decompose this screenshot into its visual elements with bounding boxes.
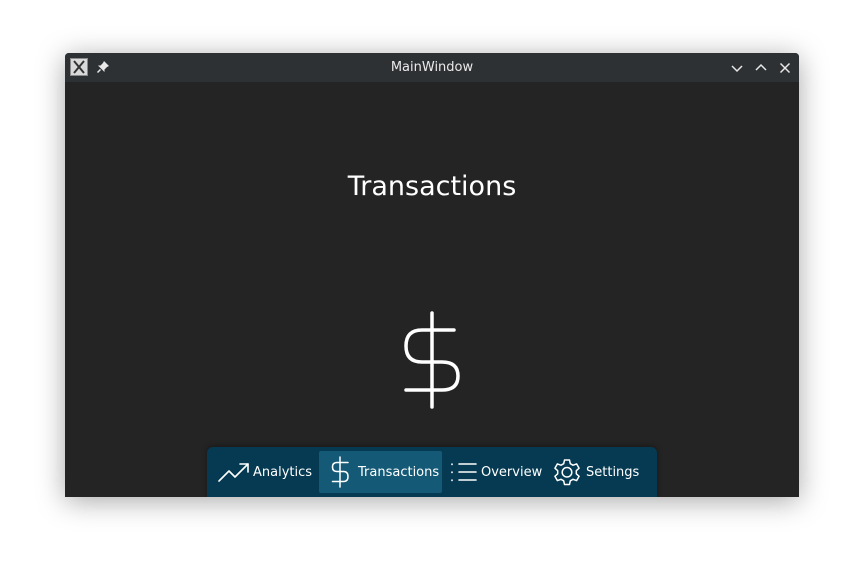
nav-label-overview: Overview [481, 464, 543, 480]
dollar-icon [404, 311, 460, 409]
chevron-up-icon [755, 63, 767, 71]
minimize-button[interactable] [727, 58, 747, 78]
close-button[interactable] [775, 58, 795, 78]
nav-label-analytics: Analytics [253, 464, 313, 480]
nav-item-analytics[interactable]: Analytics [217, 451, 313, 493]
nav-label-settings: Settings [586, 464, 640, 480]
bottom-nav-bar: Analytics Transactions Overview Settings [207, 447, 657, 497]
list-icon [451, 463, 477, 482]
nav-item-transactions[interactable]: Transactions [319, 451, 442, 493]
trending-up-icon [218, 463, 249, 482]
dollar-icon [331, 456, 349, 488]
gear-icon [554, 459, 580, 486]
main-window: MainWindow Transactions Analytics Transa… [65, 53, 799, 497]
window-title: MainWindow [390, 60, 474, 75]
maximize-button[interactable] [751, 58, 771, 78]
nav-item-settings[interactable]: Settings [551, 451, 651, 493]
close-icon [779, 62, 791, 74]
chevron-down-icon [731, 65, 743, 73]
title-bar[interactable]: MainWindow [65, 53, 799, 82]
page-title: Transactions [347, 171, 517, 202]
nav-item-overview[interactable]: Overview [447, 451, 543, 493]
nav-label-transactions: Transactions [358, 464, 440, 480]
